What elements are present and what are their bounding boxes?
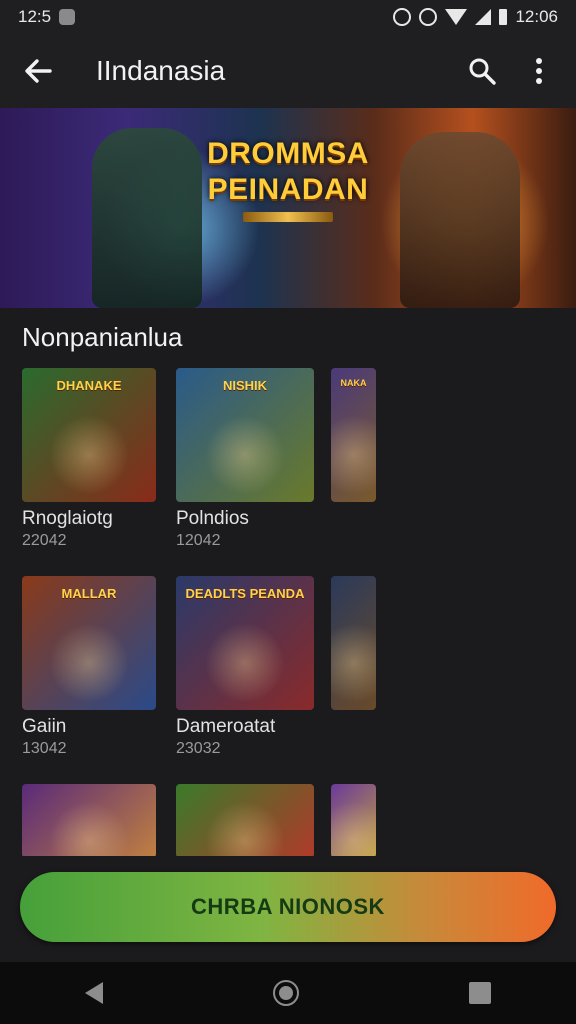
status-right: 12:06 [393, 7, 558, 27]
thumbnail-title: DEADLTS PEANDA [185, 586, 305, 601]
signal-icon [475, 9, 492, 25]
hero-plate [243, 212, 333, 222]
wifi-icon [445, 9, 468, 25]
battery-icon [499, 9, 508, 25]
search-icon [469, 58, 496, 85]
thumbnail-title: MALLAR [61, 586, 117, 601]
hero-warrior-left [92, 128, 202, 308]
game-name[interactable]: Rnoglaiotg [22, 508, 113, 530]
game-meta: 22042 [22, 532, 67, 549]
thumbnail-glow [331, 801, 376, 858]
game-thumbnail[interactable]: NAKA [331, 368, 376, 502]
thumbnail-glow [49, 415, 129, 495]
thumbnail-glow [205, 801, 285, 858]
app-bar: IIndanasia [0, 34, 576, 108]
more-options-button[interactable] [524, 51, 554, 91]
status-time-right: 12:06 [515, 7, 558, 26]
hero-warrior-right [400, 132, 520, 308]
game-thumbnail[interactable] [331, 576, 376, 710]
nav-back-icon[interactable] [85, 982, 103, 1004]
game-meta: 12042 [176, 532, 221, 549]
nav-recents-icon[interactable] [469, 982, 491, 1004]
thumbnail-title: DHANAKE [56, 378, 122, 393]
cta-container: CHRBA NIONOSK [0, 856, 576, 962]
thumbnail-title: NISHIK [222, 378, 268, 393]
more-vert-icon [536, 58, 542, 84]
thumbnail-title: NAKA [340, 378, 367, 388]
thumbnail-glow [331, 415, 376, 495]
game-thumbnail[interactable]: DEADLTS PEANDA [176, 576, 314, 710]
cta-button[interactable]: CHRBA NIONOSK [20, 872, 556, 942]
arrow-left-icon [25, 59, 52, 83]
hero-title-line2: PEINADAN [207, 173, 369, 206]
page-title: IIndanasia [96, 55, 226, 86]
thumbnail-glow [49, 801, 129, 858]
search-button[interactable] [462, 51, 502, 91]
thumbnail-glow [205, 415, 285, 495]
status-time-left: 12:5 [18, 7, 52, 26]
sync-icon [419, 8, 438, 26]
game-thumbnail[interactable] [331, 784, 376, 858]
section-title: Nonpanianlua [22, 322, 183, 352]
notification-icon [59, 9, 76, 25]
hero-title-line1: DROMMSA [207, 137, 369, 170]
game-name[interactable]: Polndios [176, 508, 249, 530]
alarm-icon [393, 8, 412, 26]
nav-home-icon[interactable] [273, 980, 299, 1006]
game-meta: 13042 [22, 740, 67, 757]
game-thumbnail[interactable]: NISHIK [176, 368, 314, 502]
game-name[interactable]: Dameroatat [176, 716, 275, 738]
status-bar: 12:5 12:06 [0, 0, 576, 34]
game-meta: 23032 [176, 740, 221, 757]
thumbnail-glow [49, 623, 129, 703]
game-thumbnail[interactable] [176, 784, 314, 858]
system-nav-bar [0, 962, 576, 1024]
status-left: 12:5 [18, 7, 76, 27]
game-thumbnail[interactable]: DHANAKE [22, 368, 156, 502]
back-button[interactable] [18, 51, 58, 91]
game-thumbnail[interactable]: MALLAR [22, 576, 156, 710]
thumbnail-glow [205, 623, 285, 703]
game-thumbnail[interactable] [22, 784, 156, 858]
game-name[interactable]: Gaiin [22, 716, 66, 738]
thumbnail-glow [331, 623, 376, 703]
hero-logo: DROMMSA PEINADAN [200, 136, 376, 241]
hero-banner[interactable]: DROMMSA PEINADAN [0, 108, 576, 308]
